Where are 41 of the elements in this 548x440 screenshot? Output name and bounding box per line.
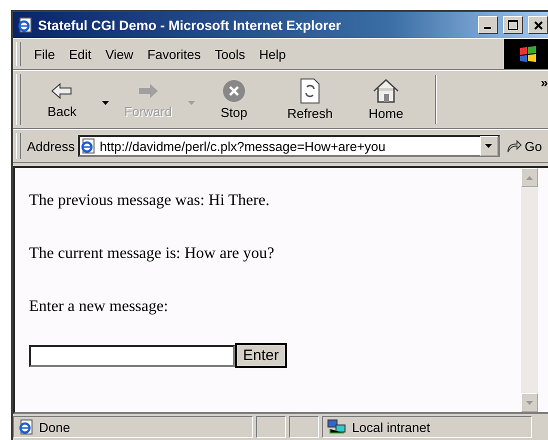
ie-page-icon bbox=[18, 419, 34, 435]
menu-item[interactable]: Tools bbox=[208, 44, 252, 64]
refresh-button[interactable]: Refresh bbox=[275, 78, 345, 121]
home-button[interactable]: Home bbox=[351, 78, 421, 121]
zone-text: Local intranet bbox=[352, 420, 430, 434]
minimize-button[interactable] bbox=[478, 16, 498, 34]
home-icon bbox=[372, 78, 400, 104]
go-arrow-icon bbox=[506, 138, 522, 154]
status-text: Done bbox=[39, 420, 70, 434]
message-input[interactable] bbox=[29, 344, 235, 366]
refresh-page-icon bbox=[299, 78, 321, 104]
menu-item[interactable]: Favorites bbox=[140, 44, 208, 64]
menu-item[interactable]: File bbox=[27, 44, 62, 64]
stop-icon bbox=[222, 79, 246, 103]
status-pane bbox=[289, 416, 319, 438]
caret-icon bbox=[485, 144, 492, 148]
address-field[interactable]: http://davidme/perl/c.plx?message=How+are+you bbox=[78, 135, 500, 157]
menu-item[interactable]: Edit bbox=[62, 44, 98, 64]
menu-item[interactable]: Help bbox=[252, 44, 293, 64]
go-button[interactable]: Go bbox=[500, 138, 548, 154]
status-pane bbox=[256, 416, 286, 438]
back-button[interactable]: Back bbox=[27, 80, 97, 119]
address-label: Address bbox=[27, 138, 75, 154]
maximize-icon bbox=[508, 20, 518, 30]
toolbar-overflow[interactable]: » bbox=[540, 75, 548, 90]
maximize-button[interactable] bbox=[503, 16, 523, 34]
network-computers-icon bbox=[327, 419, 347, 435]
ie-page-icon bbox=[80, 138, 96, 154]
close-icon bbox=[534, 20, 542, 30]
page-text: The current message is: How are you? bbox=[29, 245, 276, 263]
windows-flag-icon bbox=[518, 45, 538, 63]
app-icon bbox=[17, 17, 33, 33]
dropdown-caret-icon[interactable] bbox=[102, 100, 108, 104]
page-text: The previous message was: Hi There. bbox=[29, 192, 271, 210]
window-title: Stateful CGI Demo - Microsoft Internet Explorer bbox=[38, 18, 342, 32]
dropdown-button[interactable] bbox=[480, 136, 498, 156]
page-text: Enter a new message: bbox=[29, 298, 170, 316]
stop-button[interactable]: Stop bbox=[199, 79, 269, 120]
close-button[interactable] bbox=[528, 16, 548, 34]
enter-button[interactable]: Enter bbox=[235, 343, 287, 368]
menu-item[interactable]: View bbox=[98, 44, 140, 64]
